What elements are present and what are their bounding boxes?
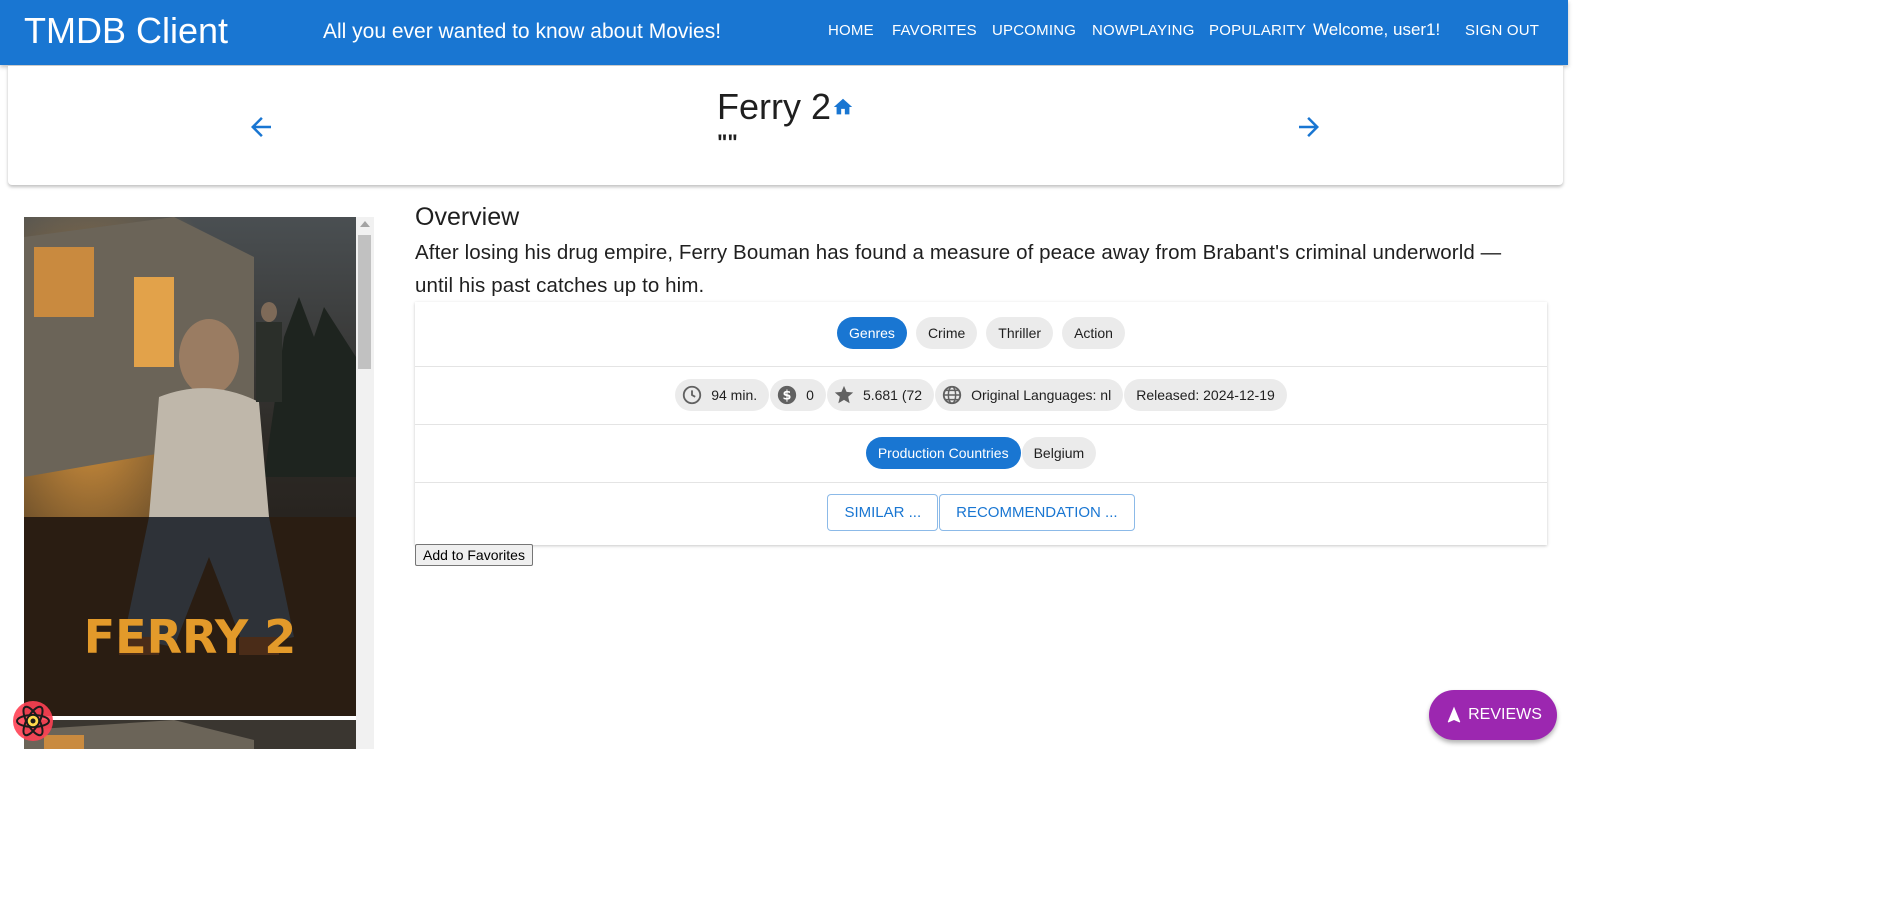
movie-title: Ferry 2 — [717, 86, 832, 127]
movie-header-card: Ferry 2 "" — [8, 66, 1563, 185]
genre-chip: Thriller — [986, 317, 1054, 349]
released-chip: Released: 2024-12-19 — [1124, 379, 1287, 411]
country-chip: Belgium — [1021, 437, 1097, 469]
language-text: Original Languages: nl — [971, 387, 1112, 403]
react-query-devtools-icon[interactable] — [12, 700, 54, 742]
reviews-label: REVIEWS — [1468, 706, 1542, 723]
movie-poster-secondary — [24, 720, 356, 749]
overview-heading: Overview — [415, 203, 520, 231]
runtime-text: 94 min. — [711, 387, 758, 403]
related-row: SIMILAR ... RECOMMENDATION ... — [415, 494, 1547, 531]
welcome-text: Welcome, user1! — [1313, 20, 1441, 39]
app-bar: TMDB Client All you ever wanted to know … — [0, 0, 1568, 65]
rating-chip: 5.681 (72 — [826, 379, 935, 411]
revenue-chip: $ 0 — [770, 379, 826, 411]
arrow-forward-icon[interactable] — [1294, 112, 1324, 142]
runtime-chip: 94 min. — [675, 379, 770, 411]
home-icon[interactable] — [832, 96, 854, 118]
navigation-icon — [1447, 706, 1461, 723]
divider — [415, 366, 1547, 367]
nav-upcoming[interactable]: UPCOMING — [992, 22, 1076, 39]
arrow-back-icon[interactable] — [246, 112, 276, 142]
language-chip: Original Languages: nl — [935, 379, 1124, 411]
countries-row: Production Countries Belgium — [415, 437, 1547, 469]
revenue-text: 0 — [806, 387, 814, 403]
divider — [415, 482, 1547, 483]
movie-poster: FERRY 2 — [24, 217, 356, 716]
nav-favorites[interactable]: FAVORITES — [892, 22, 977, 39]
similar-button[interactable]: SIMILAR ... — [827, 494, 939, 531]
poster-scrollbar[interactable] — [356, 217, 374, 749]
scroll-thumb[interactable] — [358, 235, 371, 369]
movie-tagline: "" — [717, 130, 738, 155]
genres-chip: Genres — [837, 317, 907, 349]
info-row: 94 min. $ 0 5.681 (72 Original Languages… — [415, 379, 1547, 411]
poster-title-text: FERRY 2 — [84, 610, 297, 664]
globe-icon — [942, 385, 962, 405]
sign-out-button[interactable]: SIGN OUT — [1465, 22, 1539, 39]
app-tagline: All you ever wanted to know about Movies… — [323, 20, 722, 43]
reviews-button[interactable]: REVIEWS — [1429, 690, 1557, 740]
genres-row: Genres Crime Thriller Action — [415, 317, 1547, 349]
svg-text:$: $ — [783, 389, 792, 404]
clock-icon — [683, 385, 702, 405]
rating-text: 5.681 (72 — [862, 387, 923, 403]
divider — [415, 424, 1547, 425]
nav-popularity[interactable]: POPULARITY — [1209, 22, 1306, 39]
scroll-up-arrow[interactable] — [360, 221, 370, 227]
money-icon: $ — [777, 385, 797, 405]
recommendation-button[interactable]: RECOMMENDATION ... — [939, 494, 1135, 531]
add-to-favorites-button[interactable]: Add to Favorites — [415, 544, 533, 566]
genre-chip: Crime — [915, 317, 978, 349]
countries-chip: Production Countries — [865, 437, 1021, 469]
app-title: TMDB Client — [24, 10, 229, 51]
nav-nowplaying[interactable]: NOWPLAYING — [1092, 22, 1195, 39]
overview-text: After losing his drug empire, Ferry Boum… — [415, 241, 1502, 297]
details-panel: Genres Crime Thriller Action 94 min. $ 0… — [415, 302, 1547, 545]
genre-chip: Action — [1062, 317, 1125, 349]
nav-home[interactable]: HOME — [828, 22, 874, 39]
star-icon — [834, 385, 854, 404]
poster-list[interactable]: FERRY 2 — [24, 217, 374, 749]
